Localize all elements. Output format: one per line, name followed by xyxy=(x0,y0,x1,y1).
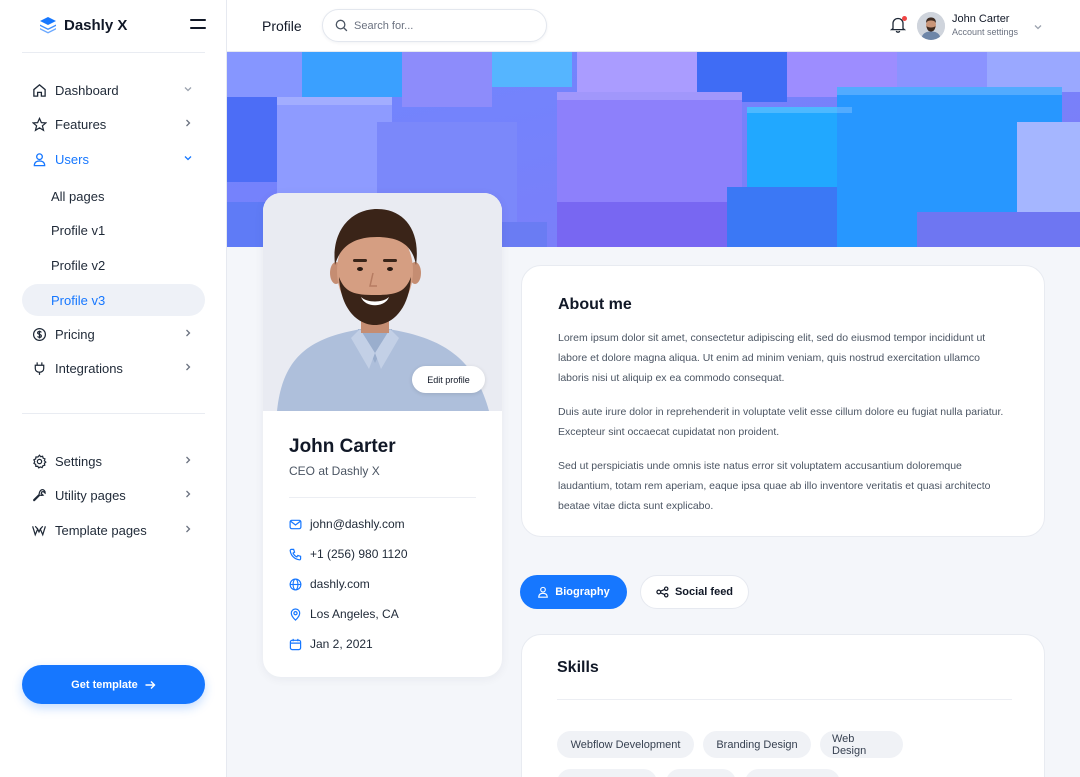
sidebar-item-label: Users xyxy=(55,151,89,167)
sidebar-item-pricing[interactable]: Pricing xyxy=(22,318,205,350)
search-box[interactable] xyxy=(322,9,547,42)
profile-location: Los Angeles, CA xyxy=(289,607,399,621)
skill-chip: Webflow Development xyxy=(557,731,694,758)
sidebar-item-label: Settings xyxy=(55,453,102,469)
skill-chip: Web Design xyxy=(820,731,903,758)
home-icon xyxy=(31,82,47,98)
brand[interactable]: Dashly X xyxy=(38,15,127,35)
arrow-right-icon xyxy=(145,680,156,689)
calendar-icon xyxy=(289,638,302,651)
chevron-right-icon xyxy=(186,490,191,498)
profile-phone-text: +1 (256) 980 1120 xyxy=(310,547,408,561)
skills-card: Skills Webflow Development Branding Desi… xyxy=(521,634,1045,777)
layers-icon xyxy=(40,17,56,34)
mail-icon xyxy=(289,518,302,531)
sidebar-item-settings[interactable]: Settings xyxy=(22,445,205,477)
user-name: John Carter xyxy=(952,13,1010,25)
subnav-profile-v3[interactable]: Profile v3 xyxy=(22,284,205,316)
profile-date-text: Jan 2, 2021 xyxy=(310,637,373,651)
sidebar-item-label: Features xyxy=(55,116,107,132)
chevron-right-icon xyxy=(186,363,191,371)
account-settings-label[interactable]: Account settings xyxy=(952,27,1018,37)
chevron-right-icon xyxy=(186,329,191,337)
about-paragraph: Duis aute irure dolor in reprehenderit i… xyxy=(558,406,1004,438)
sidebar-item-label: Utility pages xyxy=(55,487,126,503)
sidebar-item-features[interactable]: Features xyxy=(22,108,205,140)
user-icon xyxy=(538,586,549,598)
globe-icon xyxy=(289,578,302,591)
profile-email[interactable]: john@dashly.com xyxy=(289,517,405,531)
sidebar-item-users[interactable]: Users xyxy=(22,143,205,175)
skill-chip xyxy=(745,769,840,777)
skill-chip xyxy=(666,769,736,777)
profile-card: Edit profile John Carter CEO at Dashly X… xyxy=(263,193,502,677)
profile-website-text: dashly.com xyxy=(310,577,370,591)
skill-chip xyxy=(557,769,657,777)
avatar[interactable] xyxy=(917,12,945,40)
subnav-profile-v2[interactable]: Profile v2 xyxy=(22,249,205,281)
sidebar-item-dashboard[interactable]: Dashboard xyxy=(22,74,205,106)
tab-label: Biography xyxy=(555,586,610,598)
sidebar-divider xyxy=(22,52,205,53)
skill-chip: Branding Design xyxy=(703,731,811,758)
search-icon xyxy=(335,19,348,32)
get-template-label: Get template xyxy=(71,678,138,691)
wrench-icon xyxy=(31,487,47,503)
chevron-right-icon xyxy=(186,456,191,464)
get-template-button[interactable]: Get template xyxy=(22,665,205,704)
sidebar-item-integrations[interactable]: Integrations xyxy=(22,352,205,384)
location-pin-icon xyxy=(289,607,302,621)
template-icon xyxy=(31,522,47,538)
about-title: About me xyxy=(558,296,632,313)
sidebar-item-label: Integrations xyxy=(55,360,123,376)
chevron-right-icon xyxy=(186,525,191,533)
phone-icon xyxy=(289,548,302,561)
notification-dot xyxy=(902,16,907,21)
about-card: About me Lorem ipsum dolor sit amet, con… xyxy=(521,265,1045,537)
subnav-all-pages[interactable]: All pages xyxy=(22,180,205,212)
chevron-down-icon[interactable] xyxy=(1033,22,1043,32)
profile-date: Jan 2, 2021 xyxy=(289,637,373,651)
profile-name: John Carter xyxy=(289,436,396,457)
skills-divider xyxy=(557,699,1012,700)
tab-biography[interactable]: Biography xyxy=(520,575,627,609)
profile-website[interactable]: dashly.com xyxy=(289,577,370,591)
chevron-right-icon xyxy=(186,119,191,127)
notification-button[interactable] xyxy=(889,16,908,34)
profile-divider xyxy=(289,497,476,498)
gear-icon xyxy=(31,453,47,469)
search-input[interactable] xyxy=(354,19,524,32)
tab-social-feed[interactable]: Social feed xyxy=(640,575,749,609)
sidebar-item-label: Template pages xyxy=(55,522,147,538)
chevron-down-icon xyxy=(184,156,192,161)
topbar: Profile John Carter Account settings xyxy=(227,0,1080,52)
sidebar-item-label: Dashboard xyxy=(55,82,119,98)
profile-role: CEO at Dashly X xyxy=(289,464,380,478)
about-paragraph: Lorem ipsum dolor sit amet, consectetur … xyxy=(558,332,986,384)
profile-email-text: john@dashly.com xyxy=(310,517,405,531)
chevron-down-icon xyxy=(184,87,192,92)
sidebar-item-utility-pages[interactable]: Utility pages xyxy=(22,479,205,511)
tab-label: Social feed xyxy=(674,586,734,598)
skills-title: Skills xyxy=(557,659,599,676)
profile-phone[interactable]: +1 (256) 980 1120 xyxy=(289,547,408,561)
page-title: Profile xyxy=(262,18,302,34)
share-icon xyxy=(656,586,669,598)
sidebar: Dashly X Dashboard Features Users All pa… xyxy=(0,0,227,777)
profile-location-text: Los Angeles, CA xyxy=(310,607,399,621)
menu-toggle-icon[interactable] xyxy=(190,19,206,33)
user-icon xyxy=(31,151,47,167)
dollar-circle-icon xyxy=(31,326,47,342)
plug-icon xyxy=(31,360,47,376)
sidebar-divider xyxy=(22,413,205,414)
sidebar-item-template-pages[interactable]: Template pages xyxy=(22,514,205,546)
edit-profile-button[interactable]: Edit profile xyxy=(412,366,485,393)
about-paragraph: Sed ut perspiciatis unde omnis iste natu… xyxy=(558,460,991,512)
brand-name: Dashly X xyxy=(64,16,128,34)
sidebar-item-label: Pricing xyxy=(55,326,95,342)
star-icon xyxy=(31,116,47,132)
subnav-profile-v1[interactable]: Profile v1 xyxy=(22,214,205,246)
